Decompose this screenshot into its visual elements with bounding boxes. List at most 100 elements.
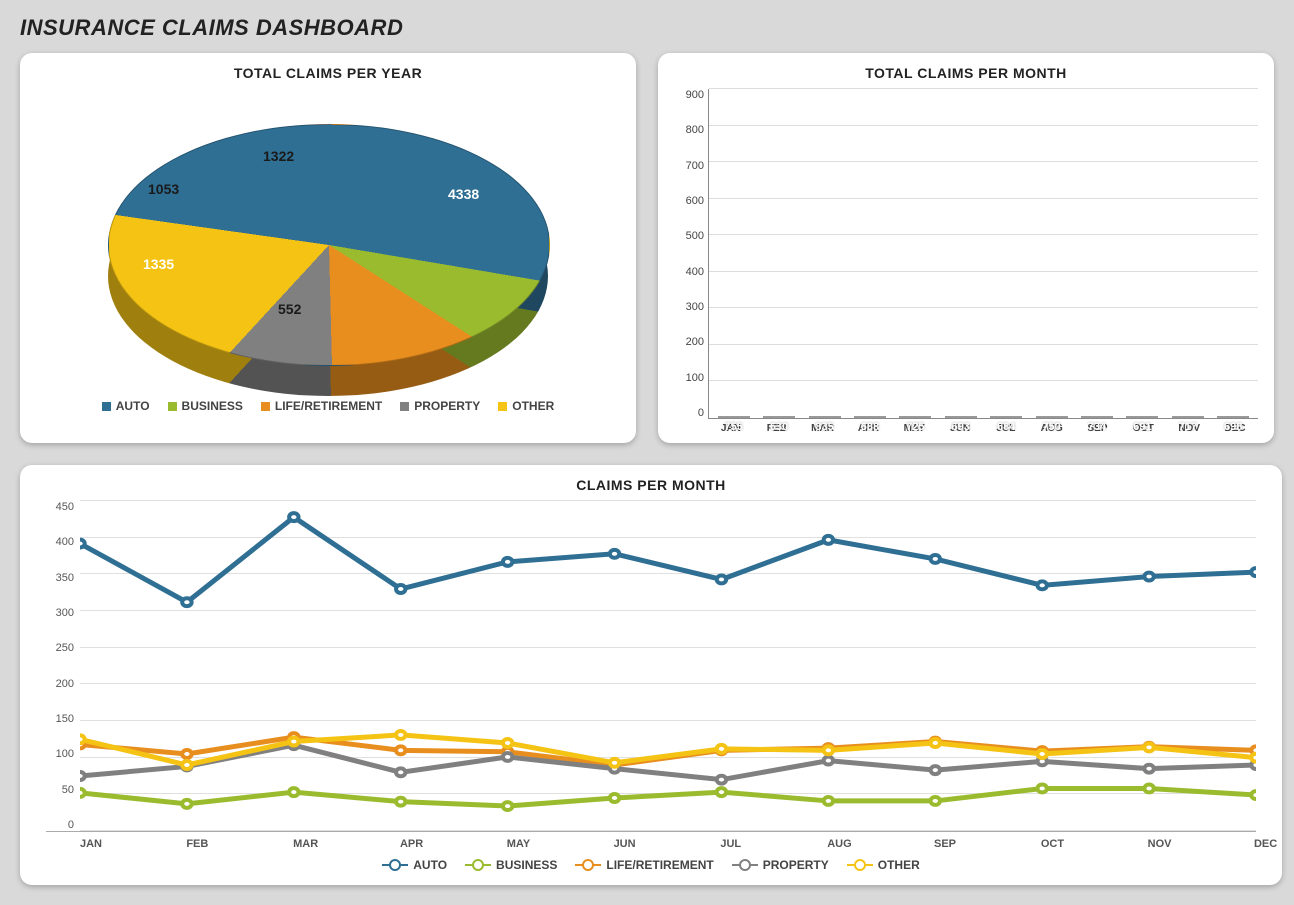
legend-label: PROPERTY (414, 399, 480, 413)
line-point (931, 766, 940, 774)
line-series (80, 735, 1256, 765)
bar-value-label: 835 (810, 421, 840, 433)
pie-slice-label: 1053 (148, 181, 179, 197)
legend-label: BUSINESS (496, 858, 557, 872)
y-tick-label: 700 (674, 160, 704, 172)
line-point (182, 750, 191, 758)
legend-swatch (102, 402, 111, 411)
line-point (717, 576, 726, 584)
legend-item: OTHER (847, 858, 920, 872)
line-point (1144, 573, 1153, 581)
line-point (503, 802, 512, 810)
y-tick-label: 300 (40, 607, 74, 619)
x-tick-label: OCT (1041, 838, 1042, 850)
legend-swatch (575, 860, 601, 870)
line-point (824, 797, 833, 805)
bar: 698 (1217, 416, 1249, 418)
bar-value-label: 725 (900, 421, 930, 433)
bar: 755 (718, 416, 750, 418)
x-tick-label: FEB (186, 838, 187, 850)
line-point (610, 794, 619, 802)
line-point (503, 558, 512, 566)
y-tick-label: 0 (674, 407, 704, 419)
legend-item: LIFE/RETIREMENT (575, 858, 713, 872)
pie-slice-label: 4338 (448, 186, 479, 202)
bar: 691 (1126, 416, 1158, 418)
pie-slice-label: 552 (278, 301, 301, 317)
y-tick-label: 200 (40, 678, 74, 690)
bar-value-label: 691 (1127, 421, 1157, 433)
line-series (80, 788, 1256, 806)
legend-label: LIFE/RETIREMENT (275, 399, 382, 413)
bar-chart-card: TOTAL CLAIMS PER MONTH 90080070060050040… (658, 53, 1274, 443)
line-point (610, 550, 619, 558)
line-point (80, 735, 85, 743)
legend-item: PROPERTY (732, 858, 829, 872)
y-tick-label: 150 (40, 713, 74, 725)
line-point (1251, 791, 1256, 799)
line-point (396, 798, 405, 806)
line-point (80, 772, 85, 780)
bar: 734 (1081, 416, 1113, 418)
bar-chart-title: TOTAL CLAIMS PER MONTH (674, 65, 1258, 81)
bar-value-label: 717 (1173, 421, 1203, 433)
bar: 835 (809, 416, 841, 418)
bar: 693 (945, 416, 977, 418)
legend-label: LIFE/RETIREMENT (606, 858, 713, 872)
line-chart-x-axis: JANFEBMARAPRMAYJUNJULAUGSEPOCTNOVDEC (80, 838, 1256, 850)
legend-item: LIFE/RETIREMENT (261, 399, 382, 413)
line-chart-card: CLAIMS PER MONTH 45040035030025020015010… (20, 465, 1282, 885)
line-point (503, 753, 512, 761)
legend-label: AUTO (116, 399, 150, 413)
bar-chart: 9008007006005004003002001000 75563083568… (674, 89, 1258, 419)
line-point (1144, 743, 1153, 751)
legend-item: AUTO (102, 399, 150, 413)
line-point (1144, 765, 1153, 773)
line-point (931, 555, 940, 563)
y-tick-label: 250 (40, 642, 74, 654)
pie-chart-legend: AUTOBUSINESSLIFE/RETIREMENTPROPERTYOTHER (36, 399, 620, 413)
line-point (289, 738, 298, 746)
y-tick-label: 100 (40, 748, 74, 760)
legend-label: OTHER (512, 399, 554, 413)
line-point (717, 788, 726, 796)
x-tick-label: JAN (80, 838, 81, 850)
line-point (824, 536, 833, 544)
line-chart-legend: AUTO BUSINESS LIFE/RETIREMENT PROPERTY OTHER (36, 858, 1266, 872)
bar: 684 (990, 416, 1022, 418)
bar-value-label: 630 (764, 421, 794, 433)
line-series (80, 517, 1256, 602)
y-tick-label: 350 (40, 572, 74, 584)
x-tick-label: APR (400, 838, 401, 850)
pie-chart-card: TOTAL CLAIMS PER YEAR 433855213351053132… (20, 53, 636, 443)
legend-swatch (498, 402, 507, 411)
bar-value-label: 698 (1218, 421, 1248, 433)
legend-swatch (261, 402, 270, 411)
line-point (824, 757, 833, 765)
line-point (396, 768, 405, 776)
pie-chart: 4338552133510531322 (108, 124, 548, 364)
legend-swatch (732, 860, 758, 870)
line-point (1144, 785, 1153, 793)
bar: 750 (1036, 416, 1068, 418)
y-tick-label: 200 (674, 336, 704, 348)
y-tick-label: 400 (40, 536, 74, 548)
y-tick-label: 600 (674, 195, 704, 207)
legend-swatch (400, 402, 409, 411)
x-tick-label: DEC (1254, 838, 1255, 850)
y-tick-label: 50 (40, 784, 74, 796)
pie-slice-label: 1335 (143, 256, 174, 272)
bar-value-label: 750 (1037, 421, 1067, 433)
y-tick-label: 900 (674, 89, 704, 101)
legend-item: AUTO (382, 858, 447, 872)
legend-item: OTHER (498, 399, 554, 413)
pie-chart-title: TOTAL CLAIMS PER YEAR (36, 65, 620, 81)
y-tick-label: 300 (674, 301, 704, 313)
bar-value-label: 684 (991, 421, 1021, 433)
line-point (1251, 568, 1256, 576)
x-tick-label: JUN (614, 838, 615, 850)
line-point (289, 513, 298, 521)
line-point (1251, 754, 1256, 762)
line-point (717, 776, 726, 784)
line-chart-title: CLAIMS PER MONTH (36, 477, 1266, 493)
